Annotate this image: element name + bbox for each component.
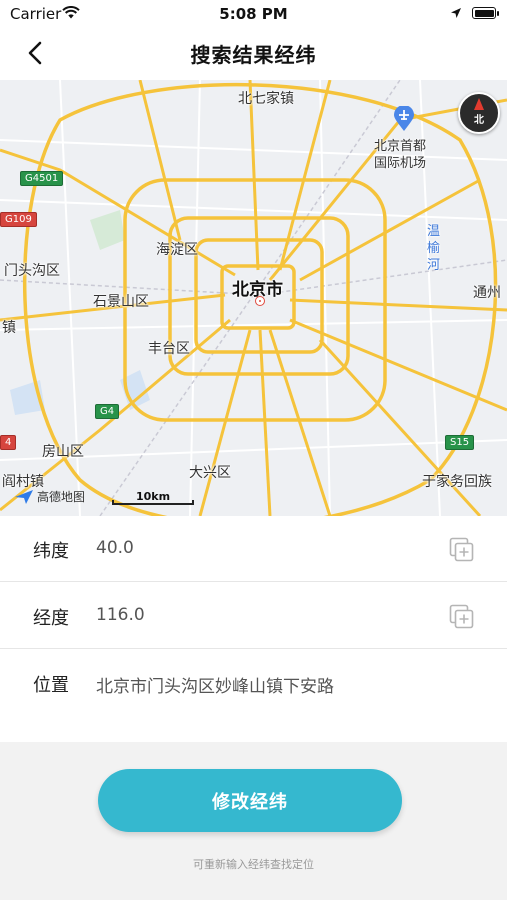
location-row: 位置 北京市门头沟区妙峰山镇下安路: [0, 650, 507, 716]
battery-icon: [472, 7, 499, 19]
map-label-daxing: 大兴区: [189, 465, 231, 481]
amap-logo-text: 高德地图: [37, 490, 86, 504]
road-shield-g4: G4: [95, 404, 120, 419]
longitude-row: 经度 116.0: [0, 583, 507, 649]
hint-text: 可重新输入经纬查找定位: [193, 858, 314, 871]
latitude-label: 纬度: [33, 541, 69, 562]
map-label-shijingshan: 石景山区: [93, 294, 149, 310]
modify-coordinates-button[interactable]: 修改经纬: [98, 769, 402, 832]
amap-logo: 高德地图: [14, 488, 85, 505]
clock: 5:08 PM: [219, 5, 288, 23]
location-value: 北京市门头沟区妙峰山镇下安路: [96, 677, 334, 697]
map-label-yujiawu: 于家务回族: [422, 474, 492, 490]
longitude-value: 116.0: [96, 605, 145, 625]
map-label-tongzhou: 通州: [473, 285, 501, 301]
map-label-fengtai: 丰台区: [148, 341, 190, 357]
map-label-wenyu-3: 河: [427, 258, 441, 273]
coordinate-info: 纬度 40.0 经度 116.0 位置 北京市门头沟区妙峰山镇下安路: [0, 516, 507, 742]
compass-label: 北: [474, 115, 484, 126]
road-shield-s15: S15: [445, 435, 475, 450]
latitude-row: 纬度 40.0: [0, 516, 507, 582]
airport-icon: [394, 106, 414, 131]
amap-logo-icon: [15, 489, 33, 504]
map-label-haidian: 海淀区: [156, 242, 198, 258]
status-bar: Carrier 5:08 PM: [0, 0, 507, 28]
city-center-icon: [255, 296, 265, 306]
map-label-airport-2: 国际机场: [374, 156, 427, 171]
compass-needle-icon: [474, 98, 484, 110]
compass-button[interactable]: 北: [458, 92, 500, 134]
copy-longitude-icon[interactable]: [449, 604, 475, 630]
longitude-label: 经度: [33, 608, 69, 629]
copy-latitude-icon[interactable]: [449, 537, 475, 563]
map-scale: 10km: [112, 490, 194, 508]
map-view[interactable]: 北七家镇 北京首都 国际机场 北 G4501 G109 温 榆 河 海淀区 门头…: [0, 80, 507, 516]
nav-bar: 搜索结果经纬: [0, 28, 507, 80]
map-label-beiqijia: 北七家镇: [238, 91, 294, 107]
road-shield-4: 4: [0, 435, 17, 450]
location-label: 位置: [33, 675, 69, 696]
page-title: 搜索结果经纬: [190, 43, 317, 67]
road-shield-g4501: G4501: [20, 171, 64, 186]
map-label-zhen: 镇: [2, 320, 16, 336]
map-label-fangshan: 房山区: [42, 444, 84, 460]
road-shield-g109: G109: [0, 212, 37, 227]
latitude-value: 40.0: [96, 538, 134, 558]
map-label-mentougou: 门头沟区: [4, 263, 60, 279]
location-arrow-icon: [451, 8, 461, 18]
